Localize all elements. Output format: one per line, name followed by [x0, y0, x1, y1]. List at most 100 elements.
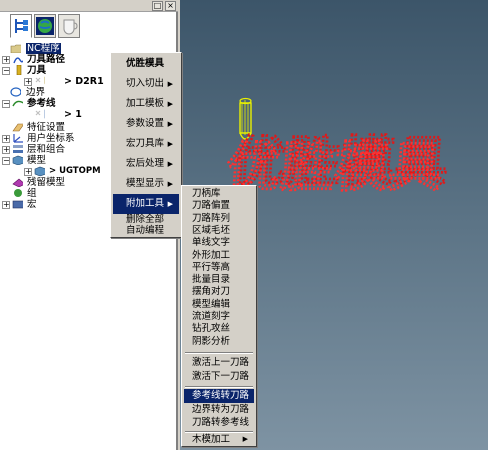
- menu-label: 摆角对刀: [192, 286, 231, 298]
- toolpath-icon: [13, 57, 23, 64]
- tree-label: 刀具路径: [27, 54, 66, 65]
- globe-icon: [36, 17, 54, 35]
- submenu-item[interactable]: 阴影分析: [184, 335, 254, 349]
- menu-label: 单线文字: [192, 237, 231, 249]
- restore-button[interactable]: □: [152, 1, 163, 11]
- panel-titlebar: □ ×: [0, 0, 178, 12]
- menu-item-macro-postprocess[interactable]: 宏后处理 ▶: [113, 154, 179, 174]
- menu-item-brand[interactable]: 优胜模具: [113, 54, 179, 74]
- model-wireframe-text-front: 优胜模具: [224, 136, 444, 199]
- tree-label: 残留模型: [27, 177, 66, 188]
- model-icon: [34, 166, 45, 176]
- workplane-icon: [13, 134, 23, 143]
- menu-separator: [185, 352, 253, 354]
- additional-tools-submenu: 刀柄库 刀路偏置 刀路阵列 区域毛坯 单线文字 外形加工 平行等高 批量目录 摆角对刀 模型编辑流…: [181, 185, 257, 447]
- macro-icon: [12, 200, 23, 209]
- menu-label: 附加工具: [126, 198, 165, 209]
- tree-label: 用户坐标系: [27, 133, 75, 144]
- menu-label: 刀路阵列: [192, 212, 231, 224]
- tree-label: 边界: [26, 87, 46, 98]
- submenu-item[interactable]: 激活上一刀路: [184, 356, 254, 370]
- submenu-item[interactable]: 边界转为刀路: [184, 403, 254, 417]
- collapse-toggle[interactable]: −: [2, 100, 10, 108]
- pattern-icon: [12, 100, 23, 107]
- menu-item-auto-programming[interactable]: 自动编程: [113, 225, 179, 237]
- submenu-arrow-icon: ▶: [167, 100, 173, 108]
- menu-label: 刀路转参考线: [192, 417, 250, 428]
- feature-set-icon: [12, 123, 23, 132]
- collapse-toggle[interactable]: −: [2, 67, 10, 75]
- menu-label: 区域毛坯: [192, 224, 231, 236]
- folder-icon: [10, 44, 21, 53]
- menu-label: 宏后处理: [126, 158, 165, 169]
- menu-label: 自动编程: [126, 225, 165, 236]
- active-tool-icon: [35, 76, 45, 85]
- menu-item-parameters[interactable]: 参数设置 ▶: [113, 114, 179, 134]
- menu-item-delete-all[interactable]: 删除全部: [113, 214, 179, 225]
- app-window: □ × NC程序 + 刀具路径 − 刀具 + > D2R1 边界 − 参考线 >…: [0, 0, 488, 450]
- menu-item-templates[interactable]: 加工模板 ▶: [113, 94, 179, 114]
- submenu-arrow-icon: ▶: [242, 435, 248, 443]
- submenu-item-wood-mold[interactable]: 木模加工 ▶: [184, 433, 254, 447]
- submenu-arrow-icon: ▶: [167, 160, 173, 168]
- tool-icon: [16, 65, 22, 75]
- menu-label: 刀路偏置: [192, 200, 231, 212]
- group-icon: [14, 189, 22, 197]
- menu-label: 切入切出: [126, 78, 165, 89]
- close-button[interactable]: ×: [165, 1, 176, 11]
- menu-label: 外形加工: [192, 249, 231, 261]
- toolpath-tree-icon: [15, 19, 28, 33]
- context-menu: 优胜模具 切入切出 ▶ 加工模板 ▶ 参数设置 ▶ 宏刀具库 ▶ 宏后处理 ▶ …: [110, 52, 182, 238]
- menu-label: 参数设置: [126, 118, 165, 129]
- menu-label: 阴影分析: [192, 335, 231, 347]
- menu-label: 加工模板: [126, 98, 165, 109]
- menu-label: 刀柄库: [192, 188, 221, 199]
- tab-explorer[interactable]: [10, 14, 32, 38]
- submenu-arrow-icon: ▶: [167, 80, 173, 88]
- active-pattern-icon: [35, 109, 45, 119]
- collapse-toggle[interactable]: −: [2, 157, 10, 165]
- submenu-item[interactable]: 激活下一刀路: [184, 370, 254, 384]
- expand-toggle[interactable]: +: [2, 146, 10, 154]
- expand-toggle[interactable]: +: [2, 201, 10, 209]
- tree-label: > UGTOPM: [49, 166, 101, 176]
- tree-label: 层和组合: [27, 144, 66, 155]
- submenu-item[interactable]: 刀路转参考线: [184, 416, 254, 430]
- tree-label: NC程序: [26, 43, 61, 54]
- menu-label: 边界转为刀路: [192, 403, 250, 415]
- tree-label: 刀具: [27, 65, 47, 76]
- expand-toggle[interactable]: +: [2, 135, 10, 143]
- menu-item-lead-in-out[interactable]: 切入切出 ▶: [113, 74, 179, 94]
- tree-label: 组: [27, 188, 37, 199]
- stock-model-icon: [12, 178, 23, 187]
- menu-label: 激活上一刀路: [192, 357, 250, 368]
- expand-toggle[interactable]: +: [24, 168, 32, 176]
- submenu-arrow-icon: ▶: [167, 180, 173, 188]
- submenu-item[interactable]: 参考线转刀路: [184, 389, 254, 403]
- menu-label: 钻孔攻丝: [192, 323, 231, 335]
- menu-label: 参考线转刀路: [192, 390, 250, 401]
- submenu-arrow-icon: ▶: [167, 140, 173, 148]
- menu-label: 平行等高: [192, 261, 231, 273]
- menu-label: 批量目录: [192, 274, 231, 286]
- levels-icon: [13, 145, 23, 153]
- menu-label: 木模加工: [192, 434, 231, 445]
- menu-label: 模型编辑: [192, 298, 231, 310]
- tree-label: 模型: [27, 155, 47, 166]
- submenu-arrow-icon: ▶: [167, 200, 173, 208]
- boundary-icon: [10, 87, 21, 97]
- tree-label: 参考线: [27, 98, 56, 109]
- tab-globe[interactable]: [34, 14, 56, 38]
- menu-item-additional-tools[interactable]: 附加工具 ▶: [113, 194, 179, 214]
- menu-separator: [185, 386, 253, 388]
- tree-label: > 1: [64, 109, 82, 120]
- menu-item-model-display[interactable]: 模型显示 ▶: [113, 174, 179, 194]
- menu-label: 删除全部: [126, 214, 165, 225]
- menu-label: 优胜模具: [126, 58, 165, 69]
- expand-toggle[interactable]: +: [2, 56, 10, 64]
- expand-toggle[interactable]: +: [24, 78, 32, 86]
- tab-cup[interactable]: [58, 14, 80, 38]
- menu-item-macro-tool-library[interactable]: 宏刀具库 ▶: [113, 134, 179, 154]
- menu-label: 宏刀具库: [126, 138, 165, 149]
- menu-label: 激活下一刀路: [192, 370, 250, 382]
